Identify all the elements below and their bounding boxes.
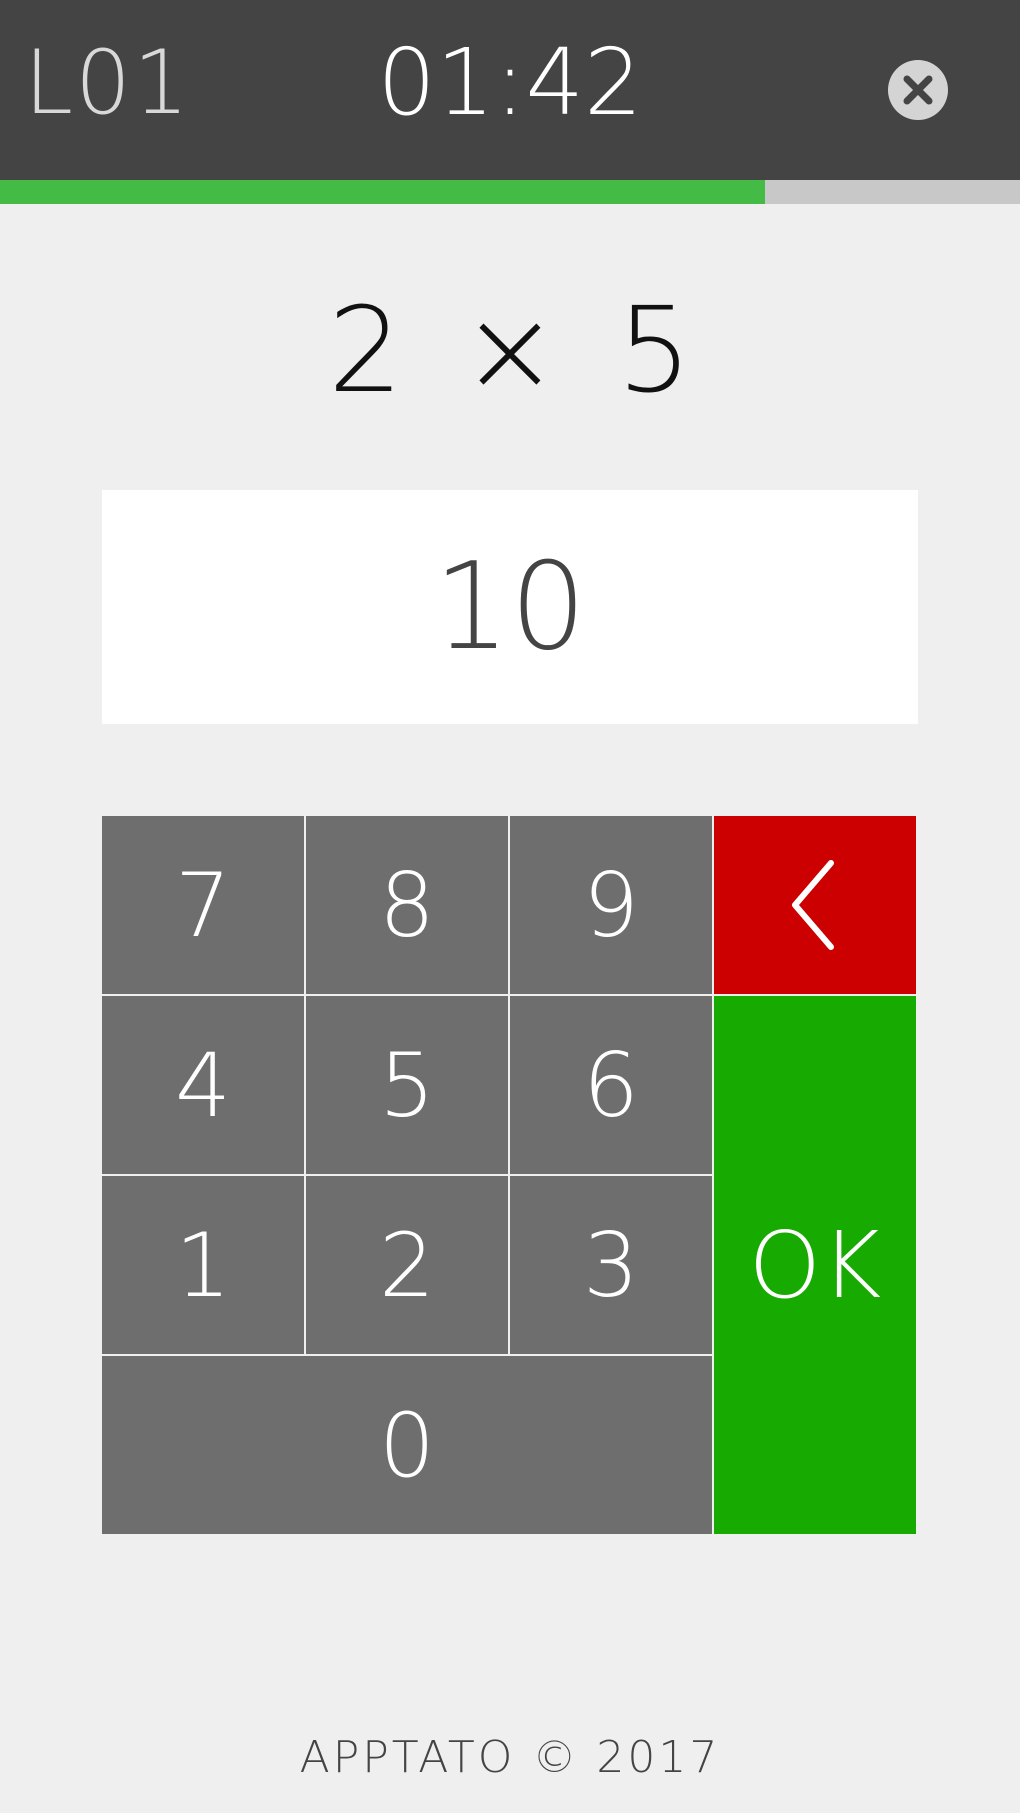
- keypad: 7 8 9 4 5 6 1 2 3 0 OK: [102, 816, 916, 1538]
- key-6[interactable]: 6: [510, 996, 712, 1174]
- answer-field: 10: [102, 490, 918, 724]
- close-circle-icon: [888, 60, 948, 120]
- key-5[interactable]: 5: [306, 996, 508, 1174]
- key-7[interactable]: 7: [102, 816, 304, 994]
- timer: 01:42: [377, 29, 643, 136]
- ok-button[interactable]: OK: [714, 996, 916, 1534]
- key-1[interactable]: 1: [102, 1176, 304, 1354]
- chevron-left-icon: [792, 860, 834, 950]
- key-0[interactable]: 0: [102, 1356, 712, 1534]
- top-bar: L01 01:42: [0, 0, 1020, 180]
- key-9[interactable]: 9: [510, 816, 712, 994]
- key-4[interactable]: 4: [102, 996, 304, 1174]
- answer-value: 10: [433, 537, 587, 677]
- key-8[interactable]: 8: [306, 816, 508, 994]
- backspace-button[interactable]: [714, 816, 916, 994]
- level-label: L01: [24, 31, 192, 134]
- progress-fill: [0, 180, 765, 204]
- footer-copyright: APPTATO © 2017: [299, 1732, 721, 1783]
- key-3[interactable]: 3: [510, 1176, 712, 1354]
- question-text: 2 × 5: [327, 281, 693, 419]
- progress-bar: [0, 180, 1020, 204]
- key-2[interactable]: 2: [306, 1176, 508, 1354]
- close-button[interactable]: [888, 60, 948, 120]
